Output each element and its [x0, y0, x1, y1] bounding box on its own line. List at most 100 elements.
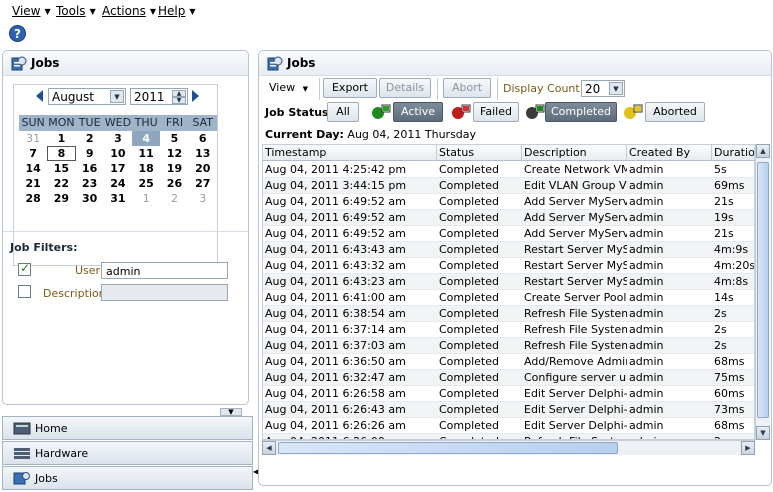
help-icon[interactable]: ?	[9, 25, 26, 42]
scroll-down-icon[interactable]: ▼	[756, 426, 770, 440]
column-header-duration[interactable]: Duration	[712, 145, 754, 161]
calendar-day[interactable]: 17	[104, 161, 132, 176]
column-header-description[interactable]: Description	[522, 145, 627, 161]
user-filter-checkbox[interactable]	[18, 261, 31, 276]
year-stepper[interactable]: 2011 ▲ ▼	[130, 88, 188, 105]
table-cell-duration: 68ms	[714, 355, 745, 368]
accordion-home-label: Home	[35, 422, 68, 435]
calendar-day[interactable]: 27	[189, 176, 217, 191]
calendar-day[interactable]: 8	[47, 146, 76, 161]
vertical-scrollbar[interactable]: ▲ ▼	[755, 144, 770, 440]
calendar-day[interactable]: 22	[47, 176, 75, 191]
calendar-day[interactable]: 31	[104, 191, 132, 206]
calendar-day[interactable]: 28	[19, 191, 47, 206]
vertical-scroll-thumb[interactable]	[757, 162, 769, 418]
calendar-day[interactable]: 3	[189, 191, 217, 206]
table-row[interactable]: Aug 04, 2011 4:25:42 pm Completed Create N…	[263, 162, 754, 178]
table-row[interactable]: Aug 04, 2011 6:26:26 am Completed Edit Ser…	[263, 418, 754, 434]
chevron-down-icon[interactable]: ▼	[172, 97, 186, 104]
calendar-day[interactable]: 12	[160, 146, 188, 161]
status-failed-button[interactable]: Failed	[473, 102, 519, 122]
export-button[interactable]: Export	[323, 78, 377, 98]
table-row[interactable]: Aug 04, 2011 6:37:03 am Completed Refresh …	[263, 338, 754, 354]
table-row[interactable]: Aug 04, 2011 6:37:14 am Completed Refresh …	[263, 322, 754, 338]
menu-actions[interactable]: Actions ▼	[102, 4, 156, 18]
calendar-day[interactable]: 6	[189, 131, 217, 146]
calendar-day[interactable]: 2	[76, 131, 104, 146]
calendar-day[interactable]: 15	[47, 161, 75, 176]
menu-actions-label: Actions	[102, 4, 146, 18]
calendar-day[interactable]: 26	[160, 176, 188, 191]
calendar-day[interactable]: 20	[189, 161, 217, 176]
table-row[interactable]: Aug 04, 2011 6:49:52 am Completed Add Serv…	[263, 226, 754, 242]
calendar-day[interactable]: 1	[47, 131, 75, 146]
calendar-day[interactable]: 14	[19, 161, 47, 176]
column-header-status[interactable]: Status	[437, 145, 522, 161]
scroll-up-icon[interactable]: ▲	[756, 144, 770, 158]
calendar-day[interactable]: 29	[47, 191, 75, 206]
table-row[interactable]: Aug 04, 2011 6:26:58 am Completed Edit Ser…	[263, 386, 754, 402]
calendar-day[interactable]: 16	[76, 161, 104, 176]
next-month-button[interactable]	[192, 90, 200, 105]
calendar-day[interactable]: 30	[76, 191, 104, 206]
description-filter-field[interactable]	[101, 284, 228, 301]
accordion-jobs[interactable]: Jobs	[2, 466, 253, 490]
table-row[interactable]: Aug 04, 2011 3:44:15 pm Completed Edit VLA…	[263, 178, 754, 194]
view-menu-button[interactable]: View ▼	[269, 81, 308, 94]
horizontal-scroll-thumb[interactable]	[278, 442, 618, 454]
table-row[interactable]: Aug 04, 2011 6:26:43 am Completed Edit Ser…	[263, 402, 754, 418]
table-row[interactable]: Aug 04, 2011 6:36:50 am Completed Add/Remo…	[263, 354, 754, 370]
prev-month-button[interactable]	[36, 90, 44, 105]
description-filter-checkbox[interactable]	[18, 285, 31, 298]
panel-collapse-handle[interactable]: ▼	[220, 408, 242, 416]
user-filter-field[interactable]: admin	[101, 262, 228, 279]
calendar-day[interactable]: 7	[19, 146, 47, 161]
table-row[interactable]: Aug 04, 2011 6:49:52 am Completed Add Serv…	[263, 210, 754, 226]
column-header-timestamp[interactable]: Timestamp	[263, 145, 437, 161]
table-row[interactable]: Aug 04, 2011 6:32:47 am Completed Configur…	[263, 370, 754, 386]
status-active-button[interactable]: Active	[393, 102, 443, 122]
completed-status-icon	[526, 104, 545, 119]
table-row[interactable]: Aug 04, 2011 6:43:43 am Completed Restart …	[263, 242, 754, 258]
status-all-button[interactable]: All	[327, 102, 359, 122]
calendar-day[interactable]: 5	[160, 131, 188, 146]
table-row[interactable]: Aug 04, 2011 6:43:23 am Completed Restart …	[263, 274, 754, 290]
column-header-created-by[interactable]: Created By	[627, 145, 712, 161]
display-count-select[interactable]: 20 ▼	[581, 80, 625, 97]
calendar-day[interactable]: 13	[189, 146, 217, 161]
description-filter-label: Description	[43, 287, 106, 300]
calendar-day[interactable]: 24	[104, 176, 132, 191]
calendar-day[interactable]: 19	[160, 161, 188, 176]
calendar-day[interactable]: 2	[160, 191, 188, 206]
table-cell-created-by: admin	[629, 163, 664, 176]
calendar-day[interactable]: 10	[104, 146, 132, 161]
status-aborted-button[interactable]: Aborted	[645, 102, 705, 122]
table-row[interactable]: Aug 04, 2011 6:49:52 am Completed Add Serv…	[263, 194, 754, 210]
table-row[interactable]: Aug 04, 2011 6:43:32 am Completed Restart …	[263, 258, 754, 274]
horizontal-scrollbar[interactable]: ◀ ▶	[262, 440, 755, 455]
status-completed-button[interactable]: Completed	[545, 102, 617, 122]
calendar-day[interactable]: 31	[19, 131, 47, 146]
calendar-day[interactable]: 21	[19, 176, 47, 191]
month-select[interactable]: August ▼	[48, 88, 126, 105]
menu-view[interactable]: View ▼	[12, 4, 51, 18]
calendar-day[interactable]: 3	[104, 131, 132, 146]
calendar-day[interactable]: 9	[76, 146, 104, 161]
accordion-home[interactable]: Home	[2, 416, 253, 440]
calendar-day[interactable]: 4	[132, 131, 161, 146]
menu-help[interactable]: Help ▼	[158, 4, 196, 18]
table-row[interactable]: Aug 04, 2011 6:38:54 am Completed Refresh …	[263, 306, 754, 322]
chevron-up-icon[interactable]: ▲	[172, 90, 186, 97]
calendar-day[interactable]: 23	[76, 176, 104, 191]
calendar-day[interactable]: 25	[132, 176, 160, 191]
scroll-left-icon[interactable]: ◀	[262, 441, 276, 455]
calendar-day[interactable]: 1	[132, 191, 160, 206]
menu-tools[interactable]: Tools ▼	[56, 4, 96, 18]
table-row[interactable]: Aug 04, 2011 6:41:00 am Completed Create S…	[263, 290, 754, 306]
details-button[interactable]: Details	[379, 78, 431, 98]
accordion-hardware[interactable]: Hardware	[2, 441, 253, 465]
scroll-right-icon[interactable]: ▶	[741, 441, 755, 455]
abort-button[interactable]: Abort	[443, 78, 491, 98]
calendar-day[interactable]: 11	[132, 146, 160, 161]
calendar-day[interactable]: 18	[132, 161, 160, 176]
